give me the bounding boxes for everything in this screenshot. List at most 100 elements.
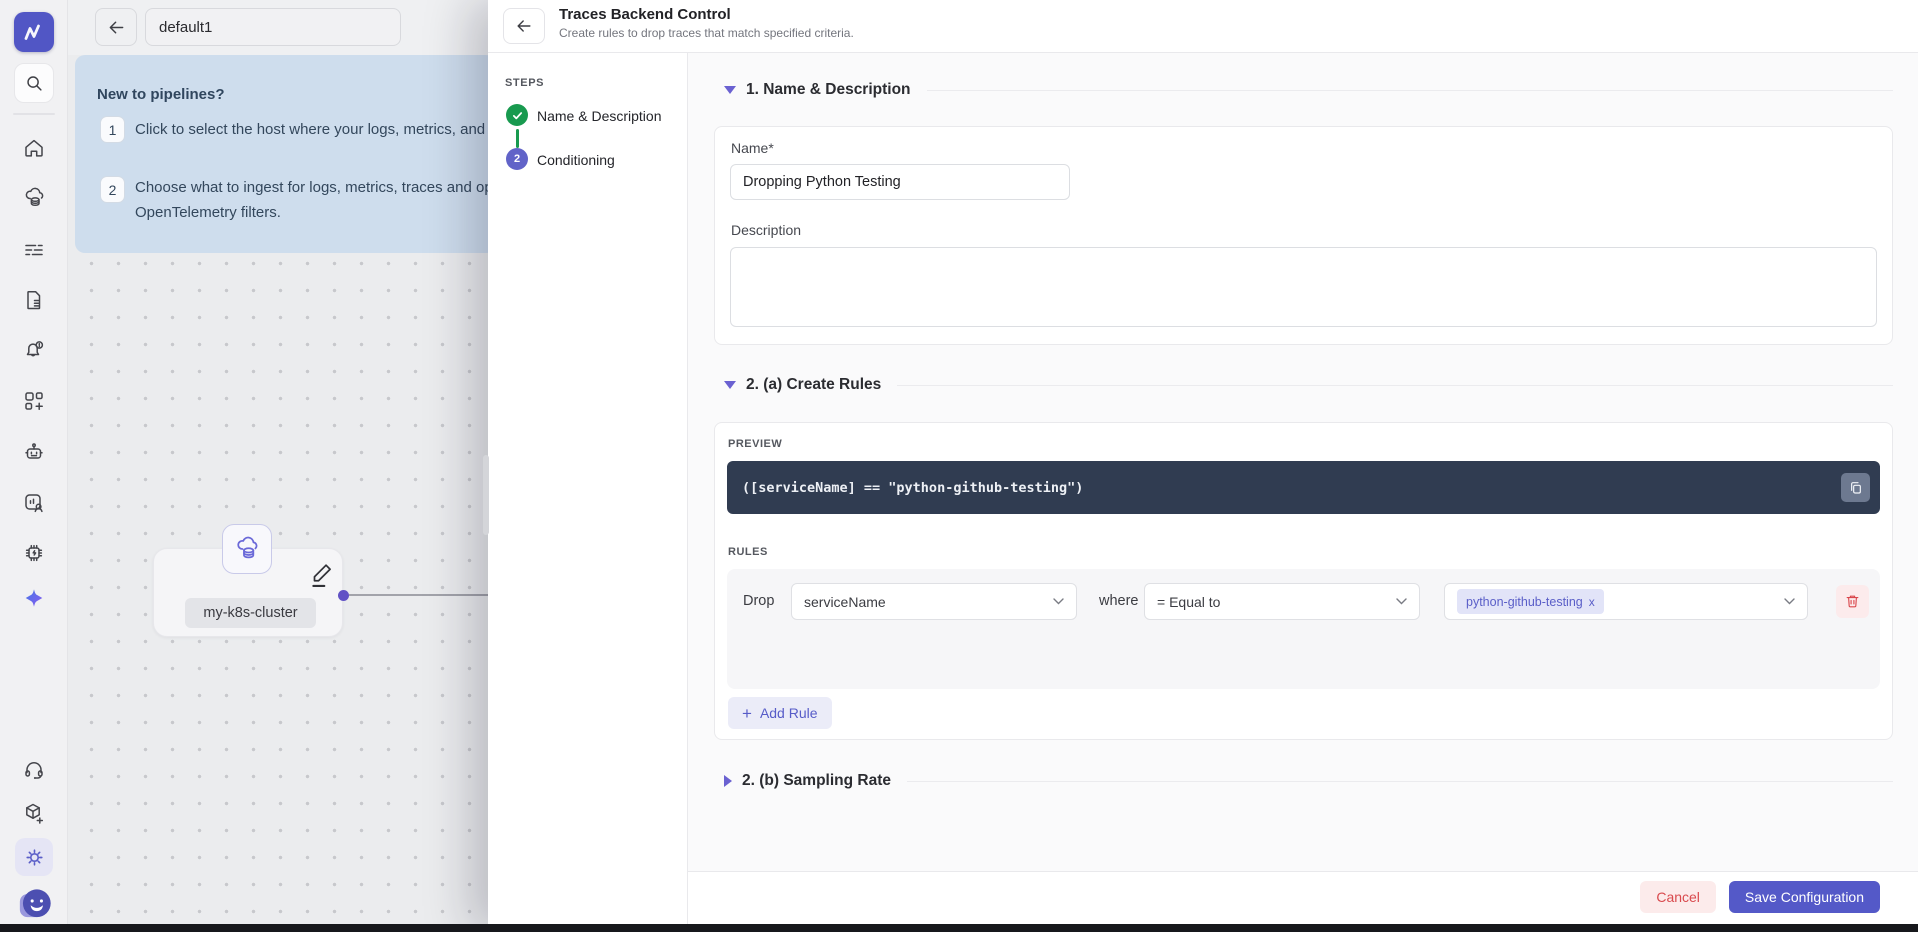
rule-operator-value: = Equal to <box>1157 594 1220 610</box>
name-description-card: Name* Description <box>714 126 1893 345</box>
section-title: 2. (b) Sampling Rate <box>742 772 891 790</box>
add-rule-button[interactable]: + Add Rule <box>728 697 832 729</box>
name-label: Name* <box>731 140 774 156</box>
sidebar-item-synthetics[interactable] <box>22 541 46 565</box>
gear-icon <box>23 846 46 869</box>
app-screen: New to pipelines? 1 Click to select the … <box>0 0 1918 932</box>
description-textarea[interactable] <box>730 247 1877 327</box>
arrow-left-icon <box>514 16 534 36</box>
create-rules-card: PREVIEW ([serviceName] == "python-github… <box>714 422 1893 740</box>
onboarding-step-badge: 1 <box>100 116 125 143</box>
step-complete-indicator[interactable] <box>506 104 528 126</box>
step-active-indicator[interactable]: 2 <box>506 148 528 170</box>
sparkle-icon <box>22 586 46 610</box>
drawer-content: 1. Name & Description Name* Description … <box>688 53 1918 871</box>
section-header-sampling-rate: 2. (b) Sampling Rate <box>724 770 1893 792</box>
save-configuration-button[interactable]: Save Configuration <box>1729 881 1880 913</box>
session-user-icon <box>22 491 46 515</box>
rule-row-container: Drop serviceName where = Equal to python… <box>727 569 1880 689</box>
add-rule-label: Add Rule <box>760 705 818 721</box>
sidebar-item-logs[interactable] <box>22 238 46 262</box>
sidebar-item-reports[interactable] <box>22 288 46 312</box>
middleware-logo[interactable] <box>14 12 54 52</box>
search-icon <box>23 72 45 94</box>
sidebar-item-alerts[interactable] <box>22 338 46 362</box>
traces-backend-control-drawer: Traces Backend Control Create rules to d… <box>488 0 1918 932</box>
sidebar-item-sessions[interactable] <box>22 491 46 515</box>
grid-add-icon <box>22 389 46 413</box>
arrow-left-icon <box>106 17 127 38</box>
section-header-create-rules: 2. (a) Create Rules <box>724 374 1893 396</box>
sidebar <box>0 0 68 932</box>
screen-bottom-edge <box>0 924 1918 932</box>
steps-panel: STEPS Name & Description 2 Conditioning <box>488 53 688 932</box>
cloud-database-icon <box>233 535 261 563</box>
pipeline-name-input[interactable] <box>145 8 401 46</box>
node-edit-button[interactable] <box>308 560 336 590</box>
canvas-back-button[interactable] <box>95 8 137 46</box>
scrollbar-thumb[interactable] <box>483 455 489 535</box>
node-type-badge[interactable] <box>222 524 272 574</box>
rule-value-multiselect[interactable]: python-github-testing x <box>1444 583 1808 620</box>
rule-field-value: serviceName <box>804 594 886 610</box>
rules-label: RULES <box>728 546 768 558</box>
sidebar-item-settings[interactable] <box>15 838 53 876</box>
sidebar-item-ai-assist[interactable] <box>22 586 46 610</box>
step-label-name-description[interactable]: Name & Description <box>537 108 662 124</box>
sidebar-item-ai-bot[interactable] <box>22 440 46 464</box>
user-avatar[interactable] <box>16 884 53 921</box>
sidebar-item-dashboards[interactable] <box>22 389 46 413</box>
search-button[interactable] <box>14 63 54 103</box>
name-input[interactable] <box>730 164 1070 200</box>
check-icon <box>511 109 524 122</box>
step-label-conditioning[interactable]: Conditioning <box>537 152 615 168</box>
plus-icon: + <box>742 705 752 722</box>
avatar-icon <box>16 884 53 921</box>
copy-icon <box>1848 480 1864 496</box>
preview-label: PREVIEW <box>728 438 782 450</box>
robot-icon <box>22 440 46 464</box>
rule-action-text: Drop <box>743 583 774 620</box>
delete-rule-button[interactable] <box>1836 585 1869 618</box>
log-lines-icon <box>22 238 46 262</box>
drawer-footer: Cancel Save Configuration <box>688 871 1918 932</box>
sidebar-item-support[interactable] <box>22 758 46 782</box>
onboarding-panel: New to pipelines? 1 Click to select the … <box>75 55 496 253</box>
value-tag-text: python-github-testing <box>1466 595 1583 609</box>
section-header-name-description: 1. Name & Description <box>724 79 1893 101</box>
step-connector <box>516 129 519 148</box>
cancel-button[interactable]: Cancel <box>1640 881 1716 913</box>
bell-alert-icon <box>22 338 46 362</box>
sidebar-item-home[interactable] <box>22 136 46 160</box>
rule-operator-select[interactable]: = Equal to <box>1144 583 1420 620</box>
sidebar-item-infrastructure[interactable] <box>22 186 46 210</box>
copy-button[interactable] <box>1841 473 1870 502</box>
pipeline-edge <box>349 594 490 596</box>
rule-field-select[interactable]: serviceName <box>791 583 1077 620</box>
onboarding-step-text: Choose what to ingest for logs, metrics,… <box>135 179 496 196</box>
package-add-icon <box>22 801 46 825</box>
section-divider <box>907 781 1893 782</box>
section-title: 1. Name & Description <box>746 81 911 99</box>
onboarding-title: New to pipelines? <box>97 86 225 103</box>
collapse-triangle-icon[interactable] <box>724 381 736 389</box>
drawer-back-button[interactable] <box>503 8 545 44</box>
node-label: my-k8s-cluster <box>185 598 316 628</box>
chevron-down-icon <box>1053 598 1064 605</box>
chevron-down-icon <box>1784 598 1795 605</box>
rule-preview-code-block: ([serviceName] == "python-github-testing… <box>727 461 1880 514</box>
remove-tag-icon[interactable]: x <box>1589 595 1595 609</box>
sidebar-item-integrations[interactable] <box>22 801 46 825</box>
cpu-chip-icon <box>22 541 46 565</box>
section-divider <box>927 90 1893 91</box>
drawer-subtitle: Create rules to drop traces that match s… <box>559 26 854 40</box>
node-connection-handle[interactable] <box>338 590 349 601</box>
drawer-header: Traces Backend Control Create rules to d… <box>488 0 1918 53</box>
collapse-triangle-icon[interactable] <box>724 86 736 94</box>
section-title: 2. (a) Create Rules <box>746 376 881 394</box>
onboarding-step-text: Click to select the host where your logs… <box>135 121 496 138</box>
expand-triangle-icon[interactable] <box>724 775 732 787</box>
document-icon <box>22 288 46 312</box>
rule-connector-text: where <box>1099 583 1139 620</box>
sidebar-divider <box>13 113 55 115</box>
